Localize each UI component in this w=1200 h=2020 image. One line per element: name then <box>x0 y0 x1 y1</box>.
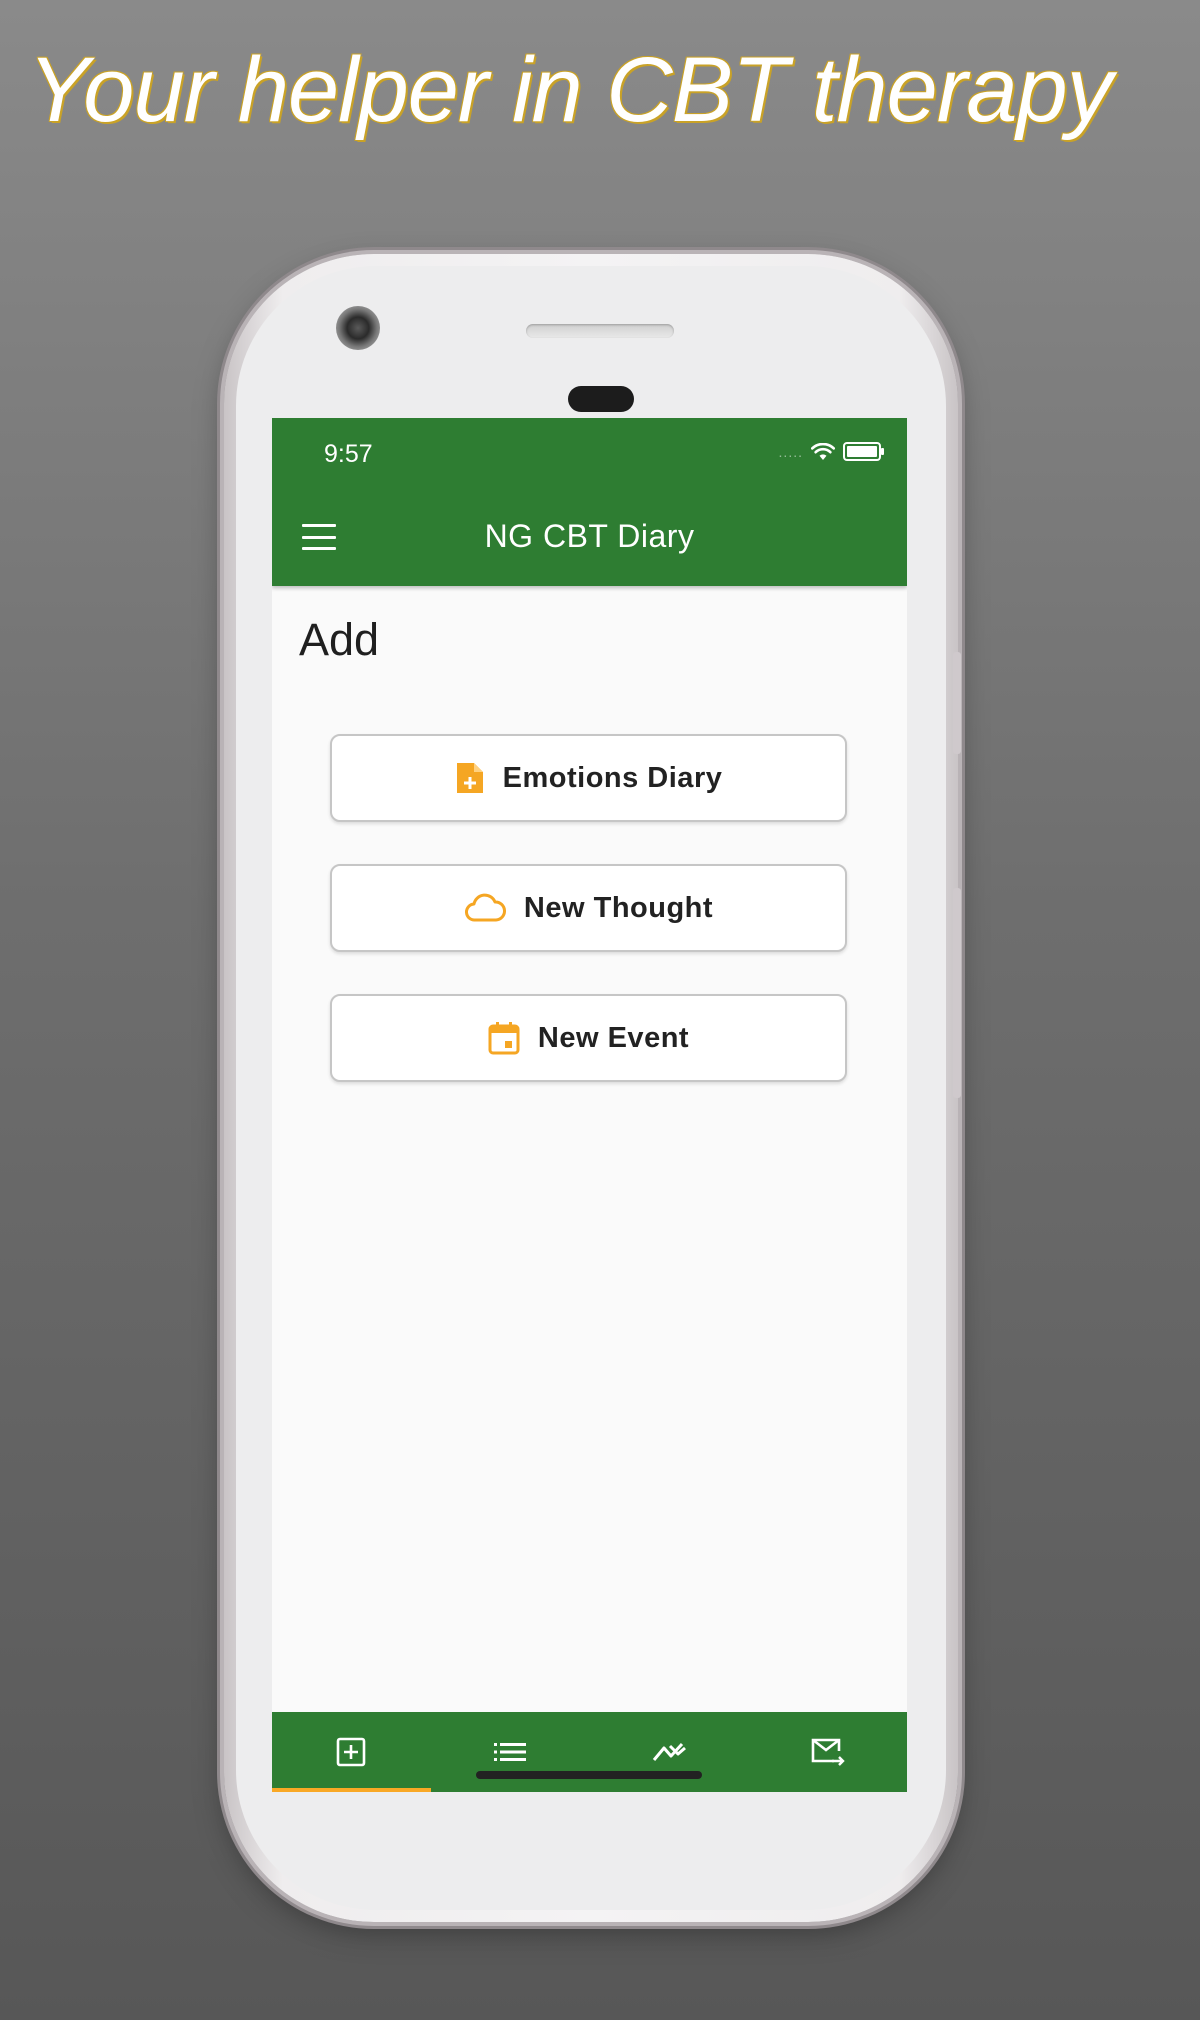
app-screen: 9:57 ..... NG CBT Diary Add Emotions Dia… <box>272 418 907 1792</box>
cloud-icon <box>464 893 506 922</box>
trending-chart-icon <box>652 1742 686 1761</box>
signal-dots-icon: ..... <box>778 443 803 460</box>
status-time: 9:57 <box>324 440 373 468</box>
calendar-icon <box>488 1022 520 1055</box>
new-thought-label: New Thought <box>523 891 714 924</box>
nav-mail[interactable] <box>748 1712 907 1792</box>
volume-button <box>953 652 961 754</box>
add-box-icon <box>337 1737 366 1767</box>
nav-list[interactable] <box>431 1712 590 1792</box>
list-icon <box>494 1743 527 1761</box>
earpiece-speaker <box>526 324 674 338</box>
app-bar: 9:57 ..... NG CBT Diary <box>272 418 907 586</box>
battery-icon <box>843 442 884 461</box>
home-indicator[interactable] <box>476 1771 702 1779</box>
nav-stats[interactable] <box>590 1712 749 1792</box>
app-title: NG CBT Diary <box>484 518 695 554</box>
new-event-button[interactable]: New Event <box>330 994 847 1082</box>
mail-send-icon <box>811 1738 845 1766</box>
status-icons: ..... <box>778 442 884 461</box>
page-title: Add <box>299 614 380 665</box>
new-thought-button[interactable]: New Thought <box>330 864 847 952</box>
emotions-diary-label: Emotions Diary <box>502 761 723 794</box>
new-event-label: New Event <box>537 1021 690 1054</box>
nav-add[interactable] <box>272 1712 431 1792</box>
wifi-icon <box>811 442 835 460</box>
bottom-navigation <box>272 1712 907 1792</box>
proximity-sensor <box>568 386 634 412</box>
promo-headline: Your helper in CBT therapy <box>28 39 1113 141</box>
emotions-diary-button[interactable]: Emotions Diary <box>330 734 847 822</box>
power-button <box>953 888 961 1098</box>
note-add-icon <box>456 763 483 793</box>
front-camera <box>336 306 380 350</box>
